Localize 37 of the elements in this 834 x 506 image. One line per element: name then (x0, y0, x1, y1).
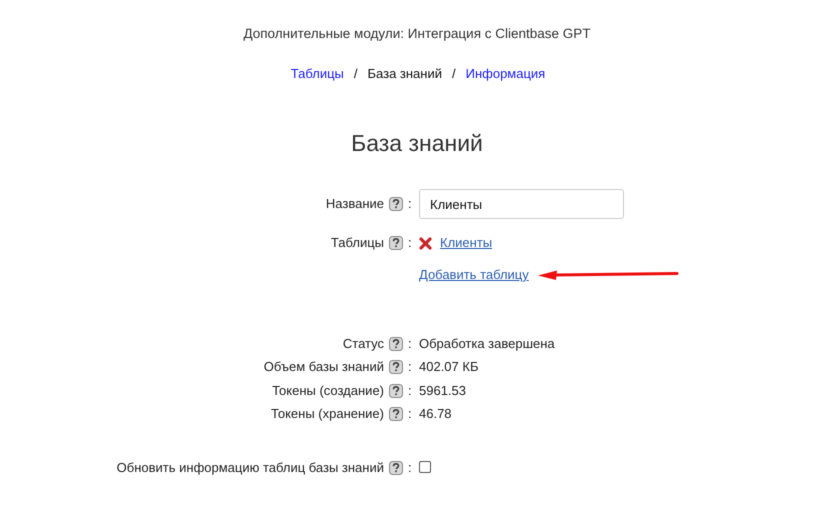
breadcrumb-separator: / (354, 66, 358, 81)
colon-text: : (408, 359, 412, 375)
field-label: Таблицы (330, 235, 384, 251)
table-link[interactable]: Клиенты (440, 235, 492, 251)
breadcrumb-link[interactable]: База знаний (368, 66, 442, 81)
info-value: Обработка завершена (419, 336, 555, 350)
help-icon[interactable] (389, 384, 403, 398)
field-label: Объем базы знаний (262, 359, 384, 375)
help-icon[interactable] (389, 197, 403, 211)
breadcrumb-link[interactable]: Таблицы (290, 66, 344, 81)
info-value: 402.07 КБ (419, 359, 478, 374)
colon-text: : (408, 336, 412, 352)
colon-text: : (408, 235, 412, 251)
colon-text: : (408, 460, 412, 476)
colon-text: : (408, 382, 412, 398)
help-icon[interactable] (389, 336, 403, 350)
field-label: Токены (хранение) (270, 406, 384, 422)
refresh-checkbox[interactable] (419, 461, 431, 473)
field-label: Название (324, 196, 384, 212)
colon-text: : (408, 406, 412, 422)
delete-icon[interactable] (419, 236, 432, 250)
colon-text: : (408, 196, 412, 212)
field-label: Обновить информацию таблиц базы знаний (116, 460, 384, 476)
info-value: 46.78 (419, 406, 452, 421)
info-value: 5961.53 (419, 382, 466, 398)
help-icon[interactable] (389, 360, 403, 374)
breadcrumb-link[interactable]: Информация (466, 66, 546, 81)
add-table-link[interactable]: Добавить таблицу (419, 267, 529, 283)
help-icon[interactable] (389, 407, 403, 421)
help-icon[interactable] (389, 461, 403, 475)
page-heading: База знаний (350, 130, 484, 158)
field-label: Токены (создание) (271, 382, 384, 398)
field-label: Статус (342, 336, 384, 352)
module-title: Дополнительные модули: Интеграция с Clientbase GPT (242, 25, 592, 43)
help-icon[interactable] (389, 236, 403, 250)
name-input-field[interactable]: Клиенты (419, 189, 624, 219)
breadcrumb-separator: / (452, 66, 456, 81)
